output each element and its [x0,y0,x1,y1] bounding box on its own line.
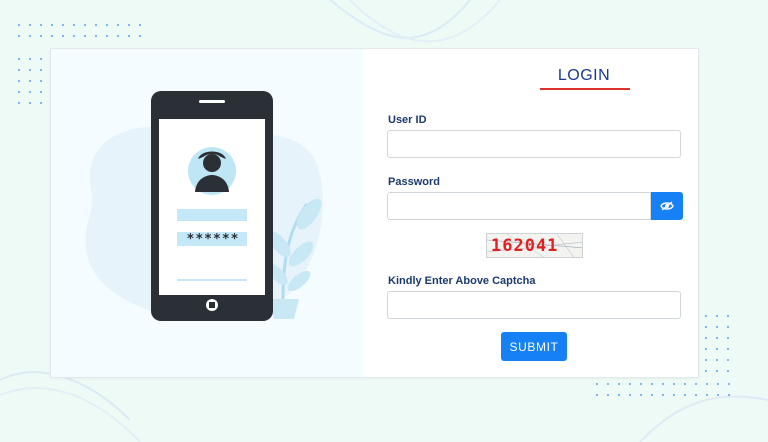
decorative-dot-grid-bottom [596,383,730,396]
login-illustration: ****** [51,49,363,377]
password-label: Password [388,176,440,188]
submit-button[interactable]: SUBMIT [501,332,567,361]
user-id-input[interactable] [387,130,681,158]
masked-password-text: ****** [186,232,240,247]
user-id-label: User ID [388,114,427,126]
password-input[interactable] [387,192,651,220]
phone-home-button-icon [206,299,218,311]
login-title: LOGIN [557,67,611,84]
captcha-input[interactable] [387,291,681,319]
user-silhouette-icon [188,147,236,195]
phone-illustration [85,91,323,321]
decorative-dot-grid-right [705,315,729,372]
captcha-label: Kindly Enter Above Captcha [388,275,536,287]
login-form: LOGIN User ID Password 162041 Kindly Ent… [363,49,698,377]
decorative-dot-grid-left [18,58,42,104]
decorative-dot-grid-top [18,24,141,37]
captcha-code: 162041 [491,236,559,256]
show-password-button[interactable] [651,192,683,220]
captcha-image: 162041 [486,233,583,258]
title-underline [540,88,630,90]
eye-icon [660,201,674,211]
login-card: ****** LOGIN User ID Password 162041 Kin… [50,48,699,378]
